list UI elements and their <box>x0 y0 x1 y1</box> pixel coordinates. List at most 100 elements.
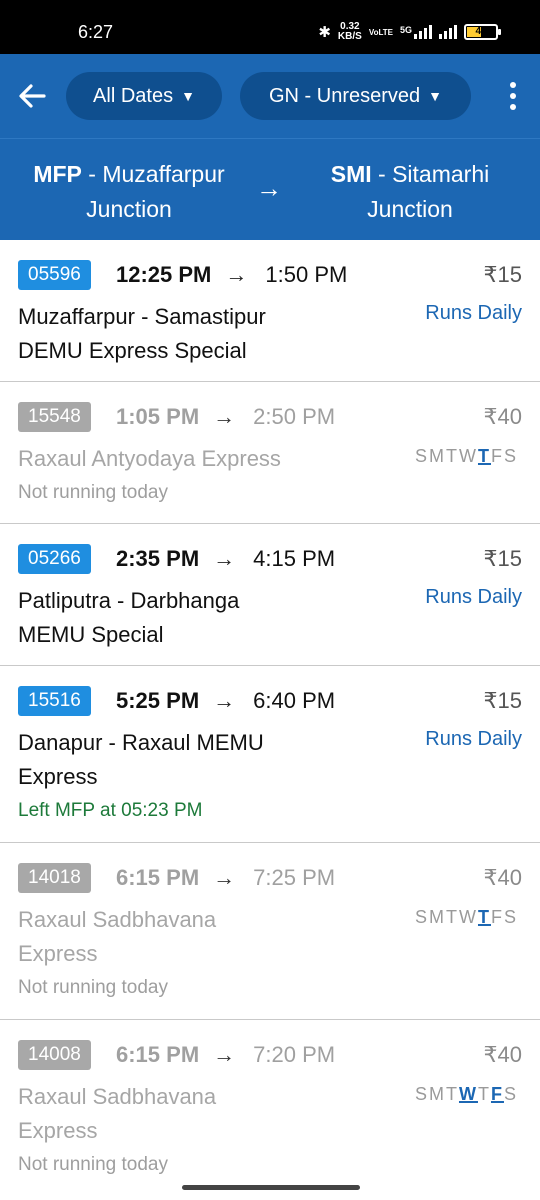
runs-daily-label: Runs Daily <box>425 302 522 324</box>
to-station-name: - Sitamarhi <box>378 161 490 187</box>
train-name: Patliputra - Darbhanga MEMU Special <box>18 584 358 652</box>
departure-time: 6:15 PM <box>116 1042 200 1067</box>
train-name-line1: Muzaffarpur - Samastipur <box>18 304 266 329</box>
train-name-line1: Raxaul Antyodaya Express <box>18 446 281 471</box>
day-thu: T <box>477 1084 491 1104</box>
arrow-right-icon: → <box>213 1042 236 1067</box>
day-tue: T <box>445 907 459 927</box>
date-filter-label: All Dates <box>93 84 174 107</box>
train-row[interactable]: 15548 1:05 PM → 2:50 PM ₹40 Raxaul Antyo… <box>0 382 540 524</box>
fare: ₹40 <box>483 865 522 890</box>
departure-time: 1:05 PM <box>116 404 200 429</box>
train-number-badge: 15516 <box>18 686 91 716</box>
network-speed: 0.32 KB/S <box>338 22 362 42</box>
volte-indicator: VoLTE <box>368 27 393 37</box>
route-arrow-icon: → <box>256 173 282 203</box>
train-number-badge: 14008 <box>18 1040 91 1070</box>
departure-time: 6:15 PM <box>116 865 200 890</box>
arrival-time: 1:50 PM <box>265 262 348 287</box>
class-filter-dropdown[interactable]: GN - Unreserved ▼ <box>240 72 471 120</box>
train-number-badge: 05596 <box>18 260 91 290</box>
train-row[interactable]: 15516 5:25 PM → 6:40 PM ₹15 Danapur - Ra… <box>0 666 540 843</box>
train-row[interactable]: 14018 6:15 PM → 7:25 PM ₹40 Raxaul Sadbh… <box>0 843 540 1020</box>
arrow-right-icon: → <box>213 546 236 571</box>
train-list: 05596 12:25 PM → 1:50 PM ₹15 Muzaffarpur… <box>0 240 540 1200</box>
departure-time: 5:25 PM <box>116 688 200 713</box>
arrival-time: 6:40 PM <box>253 688 336 713</box>
day-sat: S <box>503 1084 518 1104</box>
train-name-line2: Express <box>18 941 98 966</box>
train-name: Raxaul Sadbhavana Express <box>18 903 358 971</box>
train-name: Raxaul Antyodaya Express <box>18 442 358 476</box>
day-mon: M <box>428 907 446 927</box>
network-speed-unit: KB/S <box>337 31 362 42</box>
not-running-label: Not running today <box>18 1154 168 1175</box>
train-times: 1:05 PM → 2:50 PM <box>116 404 335 430</box>
from-station: MFP - Muzaffarpur Junction <box>14 157 244 227</box>
running-days: SMTWTFS <box>415 446 518 467</box>
caret-down-icon: ▼ <box>181 88 195 104</box>
train-name-line2: Express <box>18 764 98 789</box>
status-bar: 6:27 ✱ 0.32 KB/S VoLTE 5G 40 <box>0 0 540 54</box>
app-bar: All Dates ▼ GN - Unreserved ▼ <box>0 54 540 138</box>
train-name-line1: Danapur - Raxaul MEMU <box>18 730 264 755</box>
arrow-right-icon: → <box>225 262 248 287</box>
day-mon: M <box>428 446 446 466</box>
day-sun: S <box>414 1084 429 1104</box>
bluetooth-icon: ✱ <box>318 24 331 41</box>
train-name: Raxaul Sadbhavana Express <box>18 1080 358 1148</box>
not-running-label: Not running today <box>18 482 168 503</box>
train-name-line1: Raxaul Sadbhavana <box>18 1084 217 1109</box>
not-running-label: Not running today <box>18 977 168 998</box>
train-name-line1: Raxaul Sadbhavana <box>18 907 217 932</box>
day-wed: W <box>458 907 478 927</box>
day-fri: F <box>490 446 504 466</box>
battery-icon: 40 <box>464 24 501 40</box>
class-filter-label: GN - Unreserved <box>268 84 421 107</box>
day-sat: S <box>503 446 518 466</box>
running-days: SMTWTFS <box>415 1084 518 1105</box>
train-number-badge: 15548 <box>18 402 91 432</box>
day-wed: W <box>458 1084 478 1104</box>
day-mon: M <box>428 1084 446 1104</box>
to-station: SMI - Sitamarhi Junction <box>300 157 520 227</box>
fare: ₹40 <box>483 404 522 429</box>
day-thu: T <box>477 907 491 927</box>
arrival-time: 4:15 PM <box>253 546 336 571</box>
gesture-nav-bar[interactable] <box>182 1185 360 1190</box>
fare: ₹15 <box>483 688 522 713</box>
runs-daily-label: Runs Daily <box>425 728 522 750</box>
train-row[interactable]: 05596 12:25 PM → 1:50 PM ₹15 Muzaffarpur… <box>0 240 540 382</box>
train-row[interactable]: 14008 6:15 PM → 7:20 PM ₹40 Raxaul Sadbh… <box>0 1020 540 1200</box>
train-times: 2:35 PM → 4:15 PM <box>116 546 335 572</box>
day-tue: T <box>445 1084 459 1104</box>
departure-time: 12:25 PM <box>116 262 212 287</box>
train-name-line2: MEMU Special <box>18 622 164 647</box>
date-filter-dropdown[interactable]: All Dates ▼ <box>66 72 222 120</box>
train-times: 6:15 PM → 7:25 PM <box>116 865 335 891</box>
day-sat: S <box>503 907 518 927</box>
arrival-time: 2:50 PM <box>253 404 336 429</box>
departure-time: 2:35 PM <box>116 546 200 571</box>
back-arrow-icon[interactable] <box>16 80 48 112</box>
train-name: Danapur - Raxaul MEMU Express <box>18 726 358 794</box>
fare: ₹15 <box>483 546 522 571</box>
from-station-name: - Muzaffarpur <box>88 161 225 187</box>
arrow-right-icon: → <box>213 404 236 429</box>
day-wed: W <box>458 446 478 466</box>
train-name: Muzaffarpur - Samastipur DEMU Express Sp… <box>18 300 358 368</box>
route-header: MFP - Muzaffarpur Junction → SMI - Sitam… <box>0 138 540 240</box>
train-name-line1: Patliputra - Darbhanga <box>18 588 240 613</box>
from-station-name-line2: Junction <box>86 196 172 222</box>
more-vertical-icon[interactable] <box>510 82 518 110</box>
arrival-time: 7:25 PM <box>253 865 336 890</box>
day-thu: T <box>477 446 491 466</box>
signal-5g-icon: 5G <box>400 25 432 39</box>
from-station-code: MFP <box>33 161 82 187</box>
fare: ₹40 <box>483 1042 522 1067</box>
train-row[interactable]: 05266 2:35 PM → 4:15 PM ₹15 Patliputra -… <box>0 524 540 666</box>
status-time: 6:27 <box>78 22 114 42</box>
battery-level: 40 <box>475 26 487 37</box>
train-times: 5:25 PM → 6:40 PM <box>116 688 335 714</box>
network-type: 5G <box>399 25 412 35</box>
